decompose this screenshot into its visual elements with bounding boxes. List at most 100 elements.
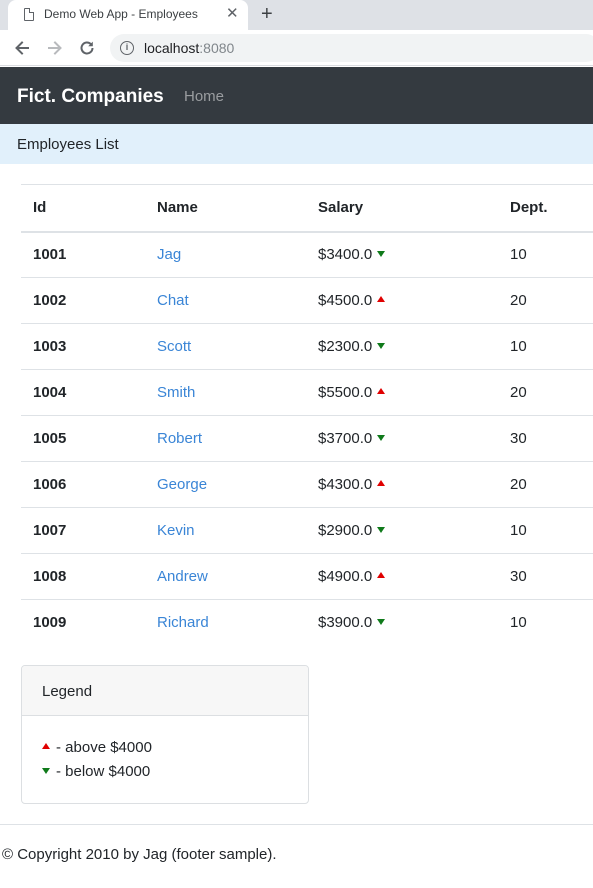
column-header-id: Id bbox=[21, 184, 145, 233]
employee-salary-cell: $4900.0 bbox=[306, 553, 498, 600]
employee-salary: $2900.0 bbox=[318, 522, 373, 539]
employee-name-cell: Smith bbox=[145, 369, 306, 416]
footer-text: © Copyright 2010 by Jag (footer sample). bbox=[2, 846, 277, 863]
employee-dept: 20 bbox=[498, 461, 593, 508]
employee-dept: 10 bbox=[498, 507, 593, 554]
browser-tab[interactable]: Demo Web App - Employees ✕ bbox=[8, 0, 248, 30]
arrow-right-icon[interactable] bbox=[45, 38, 65, 58]
browser-tabstrip: Demo Web App - Employees ✕ + bbox=[0, 0, 593, 30]
table-row: 1004 Smith $5500.0 20 bbox=[21, 369, 593, 416]
table-row: 1009 Richard $3900.0 10 bbox=[21, 599, 593, 646]
triangle-up-icon bbox=[42, 743, 50, 749]
employee-dept: 30 bbox=[498, 553, 593, 600]
table-row: 1001 Jag $3400.0 10 bbox=[21, 232, 593, 278]
table-header-row: Id Name Salary Dept. bbox=[21, 184, 593, 233]
legend-below-text: - below $4000 bbox=[56, 763, 151, 780]
employee-id: 1005 bbox=[21, 415, 145, 462]
employee-salary-cell: $2900.0 bbox=[306, 507, 498, 554]
legend-above-row: - above $4000 bbox=[42, 739, 152, 756]
info-icon[interactable]: i bbox=[120, 41, 134, 55]
employee-id: 1007 bbox=[21, 507, 145, 554]
employee-name-link[interactable]: Andrew bbox=[157, 568, 208, 585]
employee-salary-cell: $3400.0 bbox=[306, 232, 498, 278]
page-subheader: Employees List bbox=[0, 124, 593, 164]
triangle-down-icon bbox=[377, 527, 386, 533]
tab-title: Demo Web App - Employees bbox=[44, 7, 198, 21]
employee-name-cell: Jag bbox=[145, 232, 306, 278]
employee-salary: $3900.0 bbox=[318, 614, 373, 632]
triangle-up-icon bbox=[377, 296, 386, 302]
employee-salary: $4300.0 bbox=[318, 476, 373, 493]
triangle-down-icon bbox=[377, 251, 386, 258]
employee-dept: 10 bbox=[498, 323, 593, 370]
employee-name-cell: Andrew bbox=[145, 553, 306, 600]
employee-name-link[interactable]: Kevin bbox=[157, 522, 195, 539]
arrow-left-icon[interactable] bbox=[12, 38, 32, 58]
url-text[interactable]: localhost:8080 bbox=[144, 40, 234, 56]
footer-divider bbox=[0, 824, 593, 825]
browser-toolbar: i localhost:8080 bbox=[0, 30, 593, 66]
employee-name-cell: Chat bbox=[145, 277, 306, 324]
employee-name-link[interactable]: Scott bbox=[157, 338, 191, 355]
employee-salary: $4500.0 bbox=[318, 292, 373, 309]
employee-name-cell: Scott bbox=[145, 323, 306, 370]
legend-above-text: - above $4000 bbox=[56, 739, 152, 756]
column-header-dept: Dept. bbox=[498, 184, 593, 233]
employee-dept: 20 bbox=[498, 369, 593, 416]
table-row: 1005 Robert $3700.0 30 bbox=[21, 415, 593, 462]
reload-icon[interactable] bbox=[77, 38, 97, 58]
tab-close-icon[interactable]: ✕ bbox=[226, 5, 239, 23]
employee-id: 1001 bbox=[33, 246, 67, 264]
triangle-down-icon bbox=[377, 619, 386, 626]
employee-dept: 20 bbox=[498, 277, 593, 324]
employee-id: 1003 bbox=[21, 323, 145, 370]
triangle-up-icon bbox=[377, 388, 386, 394]
table-row: 1008 Andrew $4900.0 30 bbox=[21, 553, 593, 600]
url-host: localhost bbox=[144, 40, 200, 56]
address-bar[interactable]: i localhost:8080 bbox=[110, 34, 593, 62]
employee-name-cell: Kevin bbox=[145, 507, 306, 554]
employee-name-link[interactable]: George bbox=[157, 476, 207, 493]
new-tab-icon[interactable]: + bbox=[261, 3, 273, 25]
column-header-salary: Salary bbox=[306, 184, 498, 233]
employee-id: 1002 bbox=[21, 277, 145, 324]
employee-name-link[interactable]: Robert bbox=[157, 430, 202, 447]
employee-salary: $3700.0 bbox=[318, 430, 373, 447]
employee-salary-cell: $5500.0 bbox=[306, 369, 498, 416]
employee-salary: $3400.0 bbox=[318, 246, 373, 264]
employees-table: Id Name Salary Dept. 1001 Jag $3400.0 10 100… bbox=[21, 184, 593, 646]
employee-name-link[interactable]: Smith bbox=[157, 384, 195, 401]
page-title: Employees List bbox=[17, 136, 119, 153]
employee-name-link[interactable]: Chat bbox=[157, 292, 189, 309]
employee-name-cell: George bbox=[145, 461, 306, 508]
employee-salary-cell: $2300.0 bbox=[306, 323, 498, 370]
employee-salary-cell: $4300.0 bbox=[306, 461, 498, 508]
employee-salary: $5500.0 bbox=[318, 384, 373, 401]
triangle-up-icon bbox=[377, 572, 386, 578]
column-header-name: Name bbox=[145, 184, 306, 233]
employee-name-cell: Richard bbox=[145, 599, 306, 646]
triangle-down-icon bbox=[377, 343, 386, 349]
employee-name-link[interactable]: Jag bbox=[157, 246, 181, 263]
legend-below-row: - below $4000 bbox=[42, 763, 150, 780]
employee-salary-cell: $4500.0 bbox=[306, 277, 498, 324]
employee-dept: 10 bbox=[498, 599, 593, 646]
legend-title: Legend bbox=[42, 683, 93, 700]
triangle-up-icon bbox=[377, 480, 386, 486]
table-row: 1007 Kevin $2900.0 10 bbox=[21, 507, 593, 554]
nav-home-link[interactable]: Home bbox=[184, 88, 224, 105]
employee-name-cell: Robert bbox=[145, 415, 306, 462]
employee-id: 1006 bbox=[21, 461, 145, 508]
table-row: 1006 George $4300.0 20 bbox=[21, 461, 593, 508]
employee-salary: $2300.0 bbox=[318, 338, 373, 355]
page-icon bbox=[24, 8, 34, 21]
employee-name-link[interactable]: Richard bbox=[157, 614, 209, 631]
table-row: 1002 Chat $4500.0 20 bbox=[21, 277, 593, 324]
triangle-down-icon bbox=[42, 768, 50, 774]
legend-card: Legend - above $4000 - below $4000 bbox=[21, 665, 309, 804]
employee-id: 1008 bbox=[21, 553, 145, 600]
employee-salary: $4900.0 bbox=[318, 568, 373, 585]
table-row: 1003 Scott $2300.0 10 bbox=[21, 323, 593, 370]
employee-salary-cell: $3900.0 bbox=[306, 599, 498, 646]
brand-link[interactable]: Fict. Companies bbox=[17, 86, 164, 108]
